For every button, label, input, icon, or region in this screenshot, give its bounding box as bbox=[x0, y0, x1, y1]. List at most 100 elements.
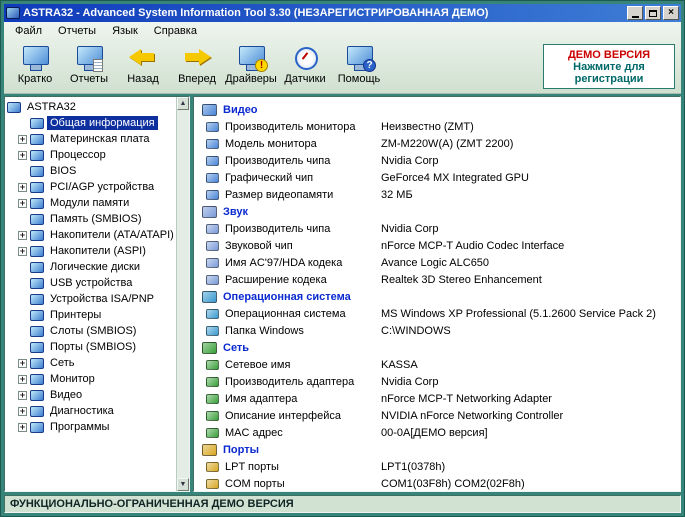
info-label: Графический чип bbox=[225, 171, 314, 184]
tree-item[interactable]: + Накопители (ATA/ATAPI) bbox=[17, 227, 176, 243]
sound-row-icon bbox=[206, 223, 219, 234]
category-tree-panel: ASTRA32 Общая информация + Материнская пла… bbox=[4, 96, 190, 492]
sound-icon bbox=[202, 205, 217, 218]
sensors-button[interactable]: Датчики bbox=[278, 43, 332, 91]
app-icon bbox=[6, 7, 20, 19]
category-icon bbox=[30, 229, 44, 241]
category-icon bbox=[30, 389, 44, 401]
back-button[interactable]: Назад bbox=[116, 43, 170, 91]
info-value: 00-0A[ДЕМО версия] bbox=[381, 426, 488, 439]
demo-registration-button[interactable]: ДЕМО ВЕРСИЯ Нажмите для регистрации bbox=[543, 44, 675, 89]
tree-scrollbar[interactable]: ▲ ▼ bbox=[176, 97, 189, 491]
network-row-icon bbox=[206, 410, 219, 421]
tree-item[interactable]: Принтеры bbox=[17, 307, 176, 323]
reports-button[interactable]: Отчеты bbox=[62, 43, 116, 91]
info-row: LPT порты LPT1(0378h) bbox=[194, 458, 680, 475]
tree-item[interactable]: + PCI/AGP устройства bbox=[17, 179, 176, 195]
sensors-icon bbox=[290, 45, 320, 71]
info-row: Сетевое имя KASSA bbox=[194, 356, 680, 373]
toolbar-button-label: Помощь bbox=[337, 73, 381, 85]
menu-item-2[interactable]: Язык bbox=[104, 23, 146, 39]
tree-item-label: Модули памяти bbox=[50, 197, 130, 209]
scroll-up-icon[interactable]: ▲ bbox=[177, 97, 189, 110]
tree-item[interactable]: + Программы bbox=[17, 419, 176, 435]
drivers-icon: ! bbox=[236, 45, 268, 72]
menu-item-3[interactable]: Справка bbox=[146, 23, 205, 39]
os-row-icon bbox=[206, 308, 219, 319]
tree-item[interactable]: + Материнская плата bbox=[17, 131, 176, 147]
close-button[interactable]: × bbox=[663, 6, 679, 20]
info-label: Расширение кодека bbox=[225, 273, 327, 286]
expand-plus-icon[interactable]: + bbox=[18, 422, 27, 432]
summary-icon bbox=[20, 45, 50, 71]
info-label: Модель монитора bbox=[225, 137, 317, 150]
tree-item-label: Монитор bbox=[50, 373, 95, 385]
video-row-icon bbox=[206, 172, 219, 183]
tree-items: Общая информация + Материнская плата + Проце… bbox=[7, 115, 176, 435]
info-value: Nvidia Corp bbox=[381, 222, 439, 235]
category-icon bbox=[30, 245, 44, 257]
info-label: MAC адрес bbox=[225, 426, 283, 439]
info-value: NVIDIA nForce Networking Controller bbox=[381, 409, 564, 422]
expand-plus-icon[interactable]: + bbox=[18, 406, 27, 416]
expand-plus-icon[interactable]: + bbox=[18, 198, 27, 208]
tree-item[interactable]: USB устройства bbox=[17, 275, 176, 291]
tree-item-label: Порты (SMBIOS) bbox=[50, 341, 137, 353]
tree-item[interactable]: + Сеть bbox=[17, 355, 176, 371]
network-row-icon bbox=[206, 376, 219, 387]
maximize-button[interactable] bbox=[645, 6, 661, 20]
tree-item[interactable]: Память (SMBIOS) bbox=[17, 211, 176, 227]
scroll-down-icon[interactable]: ▼ bbox=[177, 478, 189, 491]
expand-plus-icon[interactable]: + bbox=[18, 150, 27, 160]
menu-item-0[interactable]: Файл bbox=[7, 23, 50, 39]
info-label: Размер видеопамяти bbox=[225, 188, 334, 201]
forward-button[interactable]: Вперед bbox=[170, 43, 224, 91]
tree-item[interactable]: + Диагностика bbox=[17, 403, 176, 419]
tree-item[interactable]: + Накопители (ASPI) bbox=[17, 243, 176, 259]
expand-plus-icon[interactable]: + bbox=[18, 182, 27, 192]
expand-plus-icon[interactable]: + bbox=[18, 134, 27, 144]
tree-item[interactable]: Слоты (SMBIOS) bbox=[17, 323, 176, 339]
info-row: Описание интерфейса NVIDIA nForce Network… bbox=[194, 407, 680, 424]
demo-version-label: ДЕМО ВЕРСИЯ bbox=[567, 48, 651, 61]
menu-bar: Файл Отчеты Язык Справка bbox=[4, 22, 681, 40]
tree-item[interactable]: Устройства ISA/PNP bbox=[17, 291, 176, 307]
expand-plus-icon[interactable]: + bbox=[18, 390, 27, 400]
tree-item[interactable]: Порты (SMBIOS) bbox=[17, 339, 176, 355]
tree-item[interactable]: Общая информация bbox=[17, 115, 176, 131]
expand-plus-icon[interactable]: + bbox=[18, 230, 27, 240]
sound-row-icon bbox=[206, 257, 219, 268]
app-window: ASTRA32 - Advanced System Information To… bbox=[0, 0, 685, 517]
section-title: Порты bbox=[223, 443, 259, 456]
tree-item-label: Общая информация bbox=[47, 116, 158, 130]
expand-plus-icon[interactable]: + bbox=[18, 374, 27, 384]
tree-item[interactable]: Логические диски bbox=[17, 259, 176, 275]
summary-button[interactable]: Кратко bbox=[8, 43, 62, 91]
category-icon bbox=[30, 357, 44, 369]
category-icon bbox=[30, 421, 44, 433]
drivers-button[interactable]: ! Драйверы bbox=[224, 43, 278, 91]
network-row-icon bbox=[206, 427, 219, 438]
tree-item[interactable]: + Процессор bbox=[17, 147, 176, 163]
info-label: Производитель чипа bbox=[225, 222, 331, 235]
window-title: ASTRA32 - Advanced System Information To… bbox=[23, 7, 489, 19]
info-label: Производитель адаптера bbox=[225, 375, 355, 388]
tree-item[interactable]: + Видео bbox=[17, 387, 176, 403]
info-label: Описание интерфейса bbox=[225, 409, 341, 422]
tree-root[interactable]: ASTRA32 bbox=[7, 99, 176, 115]
info-row: Графический чип GeForce4 MX Integrated GP… bbox=[194, 169, 680, 186]
tree-item-label: Память (SMBIOS) bbox=[50, 213, 142, 225]
window-chrome: Файл Отчеты Язык Справка Кратко Отчеты Назад В… bbox=[4, 22, 681, 94]
info-row: Звуковой чип nForce MCP-T Audio Codec Int… bbox=[194, 237, 680, 254]
tree-item[interactable]: + Монитор bbox=[17, 371, 176, 387]
minimize-button[interactable] bbox=[627, 6, 643, 20]
tree-item[interactable]: + Модули памяти bbox=[17, 195, 176, 211]
expand-plus-icon[interactable]: + bbox=[18, 358, 27, 368]
tree-item[interactable]: BIOS bbox=[17, 163, 176, 179]
info-label: Имя адаптера bbox=[225, 392, 298, 405]
expand-plus-icon[interactable]: + bbox=[18, 246, 27, 256]
info-value: Avance Logic ALC650 bbox=[381, 256, 490, 269]
toolbar-button-label: Назад bbox=[127, 73, 159, 85]
menu-item-1[interactable]: Отчеты bbox=[50, 23, 104, 39]
help-button[interactable]: ? Помощь bbox=[332, 43, 386, 91]
